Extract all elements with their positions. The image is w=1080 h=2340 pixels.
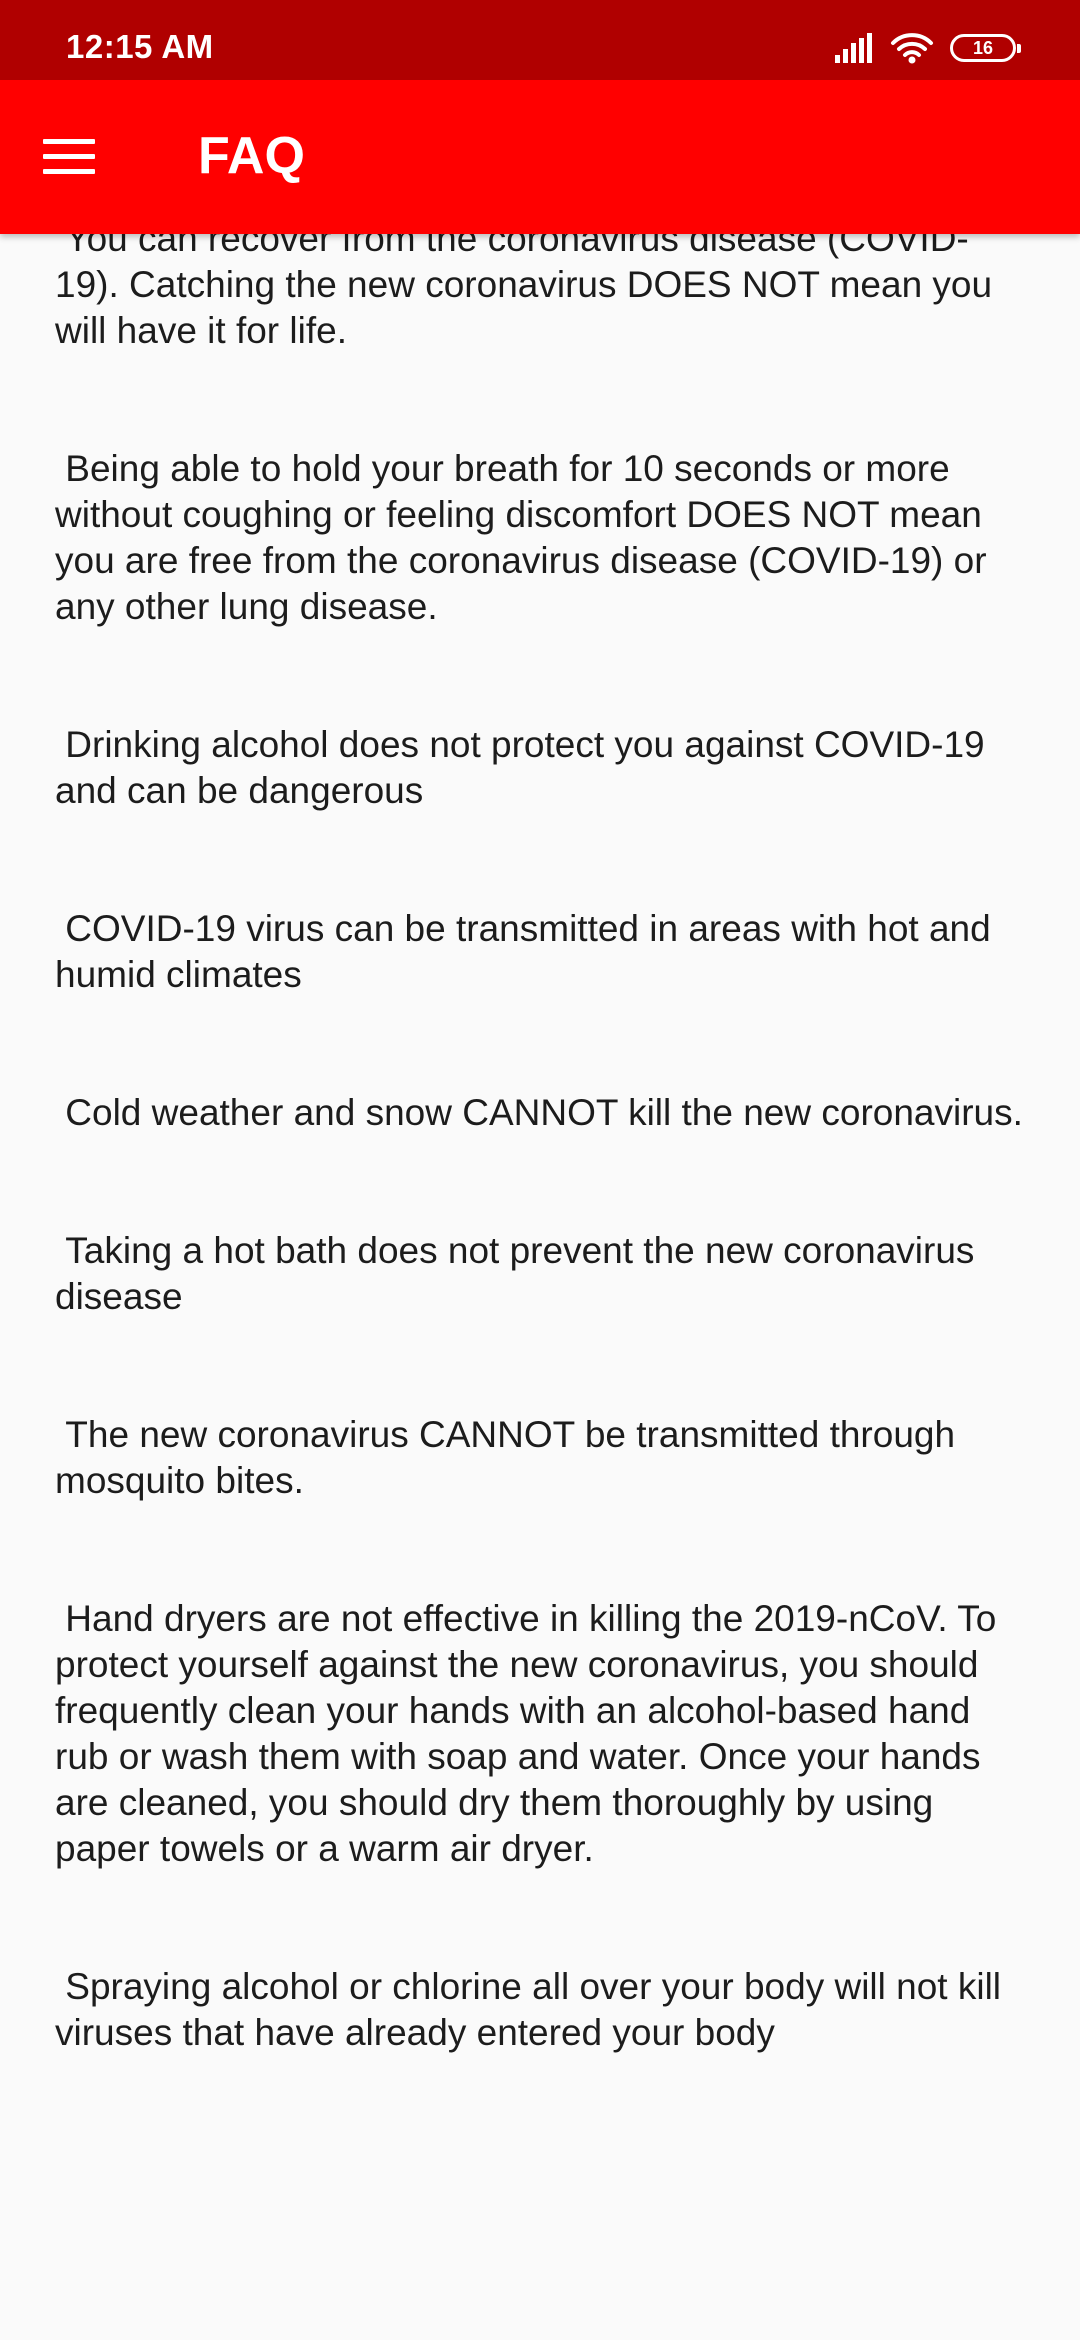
faq-item: COVID-19 virus can be transmitted in are… <box>55 908 1001 995</box>
faq-item: Cold weather and snow CANNOT kill the ne… <box>55 1092 1023 1133</box>
faq-screen: 12:15 AM 16 FAQ You can recover from the… <box>0 0 1080 2340</box>
faq-item: Spraying alcohol or chlorine all over yo… <box>55 1966 1012 2053</box>
status-bar: 12:15 AM 16 <box>0 0 1080 80</box>
signal-icon <box>835 33 872 63</box>
faq-item: You can recover from the coronavirus dis… <box>55 218 1003 351</box>
faq-item: Hand dryers are not effective in killing… <box>55 1598 1007 1869</box>
faq-item: Drinking alcohol does not protect you ag… <box>55 724 995 811</box>
wifi-icon <box>891 33 933 64</box>
battery-level: 16 <box>972 38 994 58</box>
battery-icon: 16 <box>950 34 1021 62</box>
faq-item: The new coronavirus CANNOT be transmitte… <box>55 1414 966 1501</box>
app-bar: FAQ <box>0 80 1080 234</box>
menu-button[interactable] <box>30 118 108 196</box>
hamburger-menu-icon <box>43 139 95 175</box>
faq-item: Taking a hot bath does not prevent the n… <box>55 1230 985 1317</box>
status-time: 12:15 AM <box>66 28 214 65</box>
page-title: FAQ <box>198 127 305 185</box>
status-icons: 16 <box>834 28 1021 68</box>
faq-list: You can recover from the coronavirus dis… <box>0 216 1080 2056</box>
faq-content[interactable]: You can recover from the coronavirus dis… <box>0 216 1080 2340</box>
faq-item: Being able to hold your breath for 10 se… <box>55 448 997 627</box>
